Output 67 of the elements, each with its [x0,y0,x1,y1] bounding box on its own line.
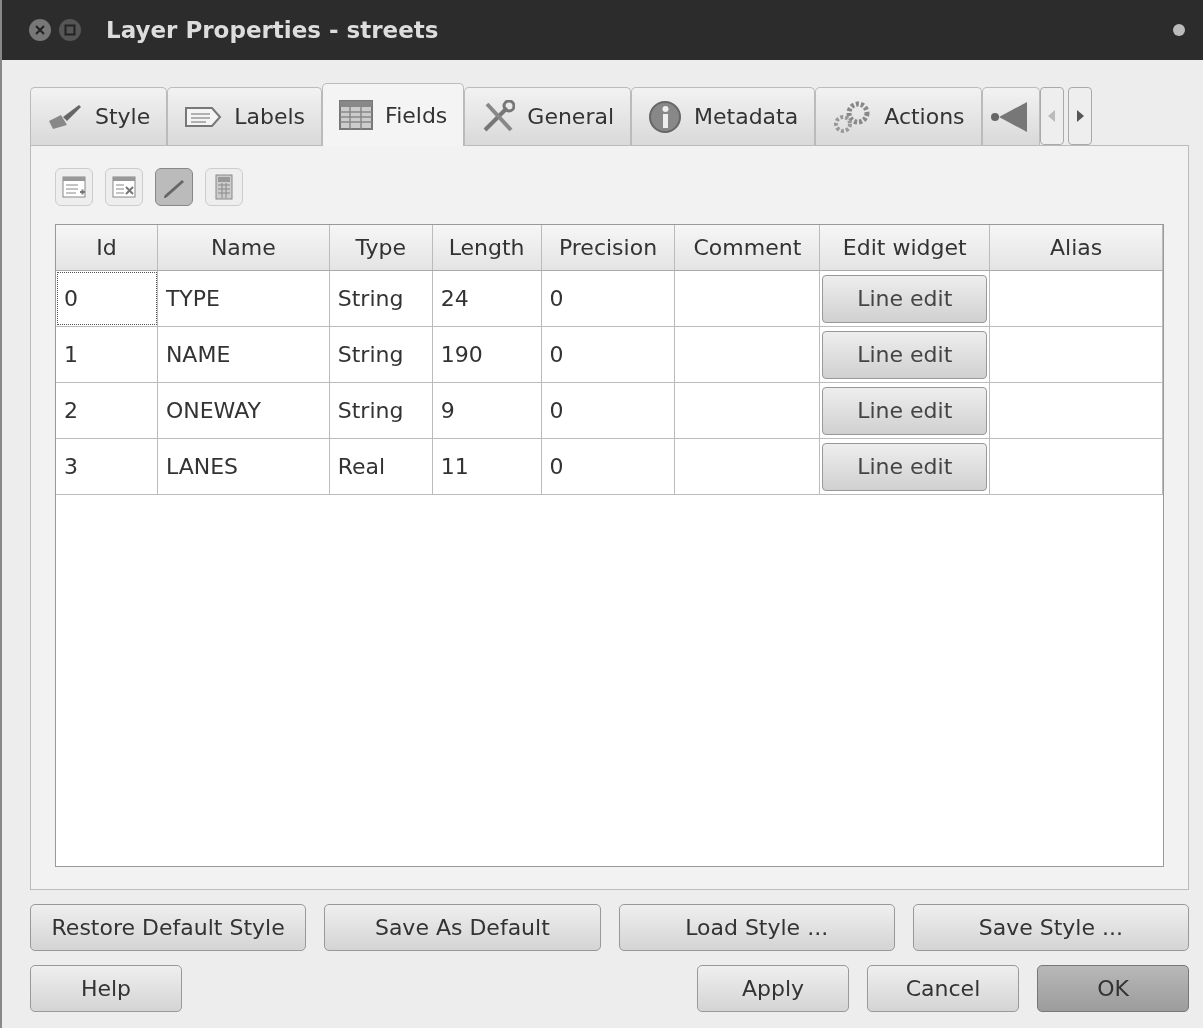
tools-icon [481,99,516,134]
table-cell: 9 [432,383,542,438]
table-cell: String [329,327,433,382]
dialog-button[interactable]: Apply [697,965,849,1012]
column-header[interactable]: Precision [541,225,676,270]
tag-icon [184,105,223,128]
line-edit-button[interactable]: Line edit [822,442,988,491]
table-cell: NAME [157,327,330,382]
info-icon [648,99,683,134]
column-header[interactable]: Id [56,225,158,270]
calculator-icon [215,174,233,200]
left-arrow-icon [1047,110,1056,122]
tab[interactable]: General [464,87,632,145]
delete-column-button[interactable] [105,168,143,206]
column-header[interactable]: Length [432,225,542,270]
add-column-button[interactable] [55,168,93,206]
window-title: Layer Properties - streets [106,17,440,43]
line-edit-button[interactable]: Line edit [822,274,988,323]
column-header[interactable]: Name [157,225,330,270]
line-edit-button[interactable]: Line edit [822,386,988,435]
table-cell: 0 [56,271,158,326]
calculator-button[interactable] [205,168,243,206]
column-header[interactable]: Alias [990,225,1163,270]
table-cell: LANES [157,439,330,494]
style-button[interactable]: Save Style ... [912,904,1189,951]
table-cell: 24 [432,271,542,326]
close-icon[interactable] [28,18,52,42]
window-menu-icon[interactable] [1171,22,1187,38]
dialog-button[interactable]: OK [1037,965,1189,1012]
table-cell: 3 [56,439,158,494]
tab[interactable]: Labels [167,87,323,145]
scroll-right-button[interactable] [1067,87,1092,145]
column-header[interactable]: Comment [675,225,821,270]
style-button[interactable]: Save As Default [324,904,601,951]
node-arrow-icon [988,99,1029,134]
tab[interactable]: Style [30,87,168,145]
table-cell: 1 [56,327,158,382]
column-header[interactable]: Edit widget [820,225,991,270]
edit-toggle-button[interactable] [155,168,193,206]
table-cell: 0 [541,383,676,438]
table-cell: ONEWAY [157,383,330,438]
dialog-button[interactable]: Cancel [867,965,1019,1012]
tab[interactable]: Actions [815,87,982,145]
style-button[interactable]: Load Style ... [618,904,895,951]
line-edit-button[interactable]: Line edit [822,330,988,379]
dialog-button[interactable]: Help [30,965,182,1012]
add-column-icon [62,175,86,199]
table-icon [339,100,374,130]
tab[interactable]: Fields [322,83,465,146]
tab[interactable] [981,87,1040,145]
table-cell: 0 [541,439,676,494]
table-cell: 0 [541,271,676,326]
table-cell: 0 [541,327,676,382]
brush-icon [47,102,83,131]
delete-column-icon [112,175,136,199]
table-cell: String [329,383,433,438]
table-cell: 11 [432,439,542,494]
style-button[interactable]: Restore Default Style [30,904,307,951]
table-cell: Real [329,439,433,494]
table-cell: 190 [432,327,542,382]
table-cell: String [329,271,433,326]
table-cell: 2 [56,383,158,438]
maximize-icon[interactable] [58,18,82,42]
tab[interactable]: Metadata [631,87,816,145]
right-arrow-icon [1075,110,1084,122]
column-header[interactable]: Type [329,225,433,270]
table-cell: TYPE [157,271,330,326]
